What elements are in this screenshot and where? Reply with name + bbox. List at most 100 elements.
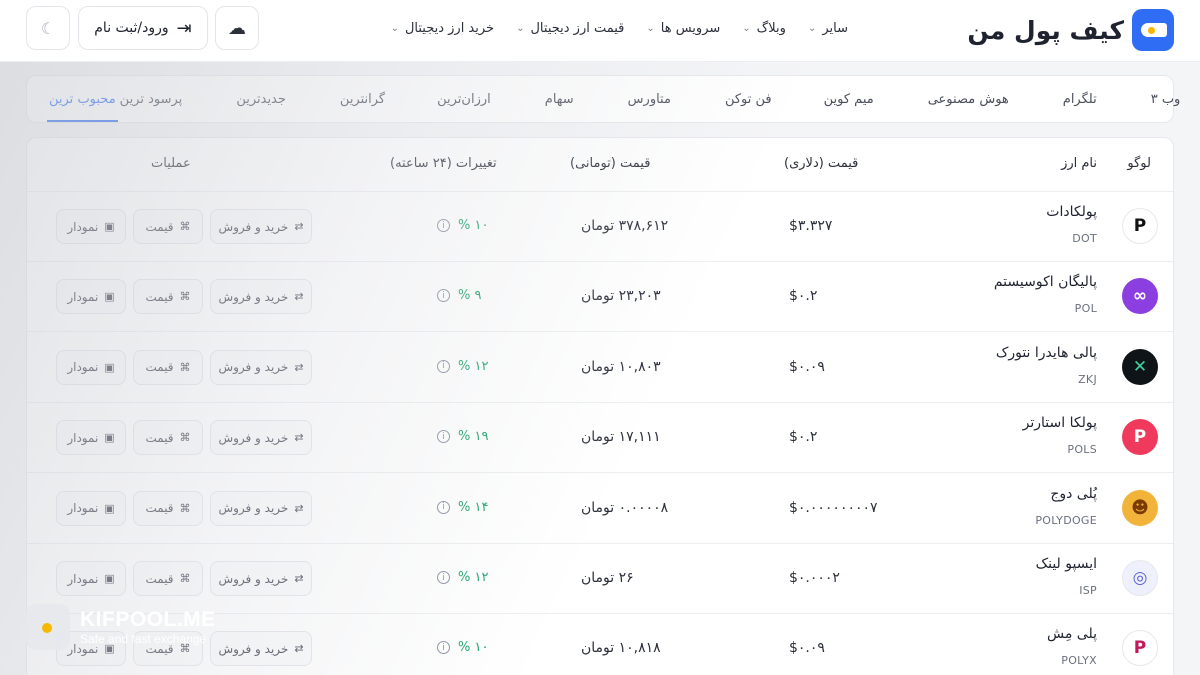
change-value: % ۹ xyxy=(458,288,482,304)
site-logo[interactable]: کیف پول من xyxy=(967,8,1174,52)
trade-button[interactable]: ⇄ خرید و فروش xyxy=(210,209,312,244)
table-row[interactable]: ✕ پالی هایدرا نتورک ZKJ $۰.۰۹ ۱۰,۸۰۳ توم… xyxy=(27,333,1173,403)
coin-symbol: DOT xyxy=(1072,232,1097,245)
trade-label: خرید و فروش xyxy=(218,571,289,586)
coin-symbol: POLYX xyxy=(1061,654,1097,668)
price-usd: $۰.۰۰۰۲ xyxy=(789,570,840,586)
dark-mode-toggle[interactable]: ☾ xyxy=(26,6,70,50)
coin-table: لوگو نام ارز قیمت (دلاری) قیمت (تومانی) … xyxy=(26,137,1174,675)
download-app-button[interactable]: ☁ xyxy=(215,6,259,50)
table-row[interactable]: ∞ پالیگان اکوسیستم POL $۰.۲ ۲۳,۲۰۳ تومان… xyxy=(27,262,1173,333)
change-value: % ۱۹ xyxy=(458,429,489,445)
trade-button[interactable]: ⇄ خرید و فروش xyxy=(210,349,312,385)
tab-3[interactable]: گرانترین xyxy=(338,76,387,122)
main-nav: خرید ارز دیجیتال ⌄ قیمت ارز دیجیتال ⌄ سروی… xyxy=(391,0,848,56)
table-row[interactable]: P پولکادات DOT $۳.۳۲۷ ۳۷۸,۶۱۲ تومان i % … xyxy=(27,192,1173,262)
tab-11[interactable]: وب ۳ xyxy=(1149,76,1183,122)
coin-symbol: POLS xyxy=(1067,443,1097,457)
watermark-logo-icon xyxy=(26,604,70,650)
chart-button[interactable]: ▣ نمودار xyxy=(56,420,126,456)
tab-8[interactable]: میم کوین xyxy=(822,76,876,122)
price-icon: ⌘ xyxy=(179,290,191,304)
price-usd: $۰.۰۹ xyxy=(789,358,825,375)
header-change: تغییرات (۲۴ ساعته) xyxy=(390,156,497,171)
chart-button[interactable]: ▣ نمودار xyxy=(56,209,126,244)
coin-name: پالیگان اکوسیستم xyxy=(993,274,1097,291)
nav-buy-crypto[interactable]: خرید ارز دیجیتال ⌄ xyxy=(391,21,495,36)
chevron-down-icon: ⌄ xyxy=(390,22,399,34)
chart-label: نمودار xyxy=(67,571,99,586)
nav-label: سرویس ها xyxy=(660,20,721,36)
info-icon[interactable]: i xyxy=(437,500,450,514)
price-label: قیمت xyxy=(145,360,174,375)
price-usd: $۰.۰۰۰۰۰۰۰۰۷ xyxy=(789,499,878,516)
tab-6[interactable]: متاورس xyxy=(626,76,673,122)
coin-name: پولکادات xyxy=(1046,204,1097,220)
chevron-down-icon: ⌄ xyxy=(646,22,655,34)
tab-5[interactable]: سهام xyxy=(543,76,576,122)
trade-button[interactable]: ⇄ خرید و فروش xyxy=(210,561,312,596)
price-label: قیمت xyxy=(145,430,174,445)
info-icon[interactable]: i xyxy=(437,219,450,232)
cloud-download-icon: ☁ xyxy=(228,17,246,39)
coin-logo-icon: P xyxy=(1122,630,1158,667)
header-logo: لوگو xyxy=(1127,156,1151,171)
chart-icon: ▣ xyxy=(104,290,115,304)
login-label: ورود/ثبت نام xyxy=(94,20,169,36)
exchange-icon: ⇄ xyxy=(294,572,304,585)
change-24h: i % ۱۲ xyxy=(437,359,488,374)
trade-button[interactable]: ⇄ خرید و فروش xyxy=(210,279,312,315)
nav-other[interactable]: سایر ⌄ xyxy=(808,21,848,36)
price-icon: ⌘ xyxy=(179,431,191,445)
price-label: قیمت xyxy=(145,571,174,586)
tab-4[interactable]: ارزان‌ترین xyxy=(435,76,493,122)
table-row[interactable]: ☻ پُلی دوج POLYDOGE $۰.۰۰۰۰۰۰۰۰۷ ۰.۰۰۰۰۸… xyxy=(27,474,1173,544)
tab-0[interactable]: محبوب ترین xyxy=(47,76,118,122)
coin-logo-icon: ✕ xyxy=(1122,348,1158,385)
tab-9[interactable]: هوش مصنوعی xyxy=(926,76,1011,122)
coin-symbol: POL xyxy=(1074,302,1097,316)
change-24h: i % ۱۰ xyxy=(437,218,488,233)
price-icon: ⌘ xyxy=(179,501,191,515)
header-usd: قیمت (دلاری) xyxy=(784,156,859,171)
chart-button[interactable]: ▣ نمودار xyxy=(56,349,126,385)
chevron-down-icon: ⌄ xyxy=(742,22,751,34)
price-button[interactable]: ⌘ قیمت xyxy=(133,420,203,456)
tab-10[interactable]: تلگرام xyxy=(1061,76,1099,122)
change-value: % ۱۲ xyxy=(458,570,489,585)
exchange-icon: ⇄ xyxy=(294,360,304,374)
trade-button[interactable]: ⇄ خرید و فروش xyxy=(210,420,312,456)
tab-7[interactable]: فن توکن xyxy=(723,76,774,122)
trade-label: خرید و فروش xyxy=(218,219,289,234)
chart-button[interactable]: ▣ نمودار xyxy=(56,561,126,596)
price-button[interactable]: ⌘ قیمت xyxy=(133,561,203,596)
coin-symbol: ISP xyxy=(1079,584,1097,597)
tab-2[interactable]: جدیدترین xyxy=(234,76,288,122)
table-row[interactable]: P پولکا استارتر POLS $۰.۲ ۱۷,۱۱۱ تومان i… xyxy=(27,403,1173,474)
price-button[interactable]: ⌘ قیمت xyxy=(133,490,203,526)
price-button[interactable]: ⌘ قیمت xyxy=(133,209,203,244)
price-toman: ۱۰,۸۱۸ تومان xyxy=(581,640,661,657)
info-icon[interactable]: i xyxy=(437,641,450,655)
info-icon[interactable]: i xyxy=(437,430,450,444)
nav-services[interactable]: سرویس ها ⌄ xyxy=(646,21,720,36)
chart-label: نمودار xyxy=(67,289,99,304)
login-icon: ⇥ xyxy=(176,17,192,39)
chart-button[interactable]: ▣ نمودار xyxy=(56,490,126,526)
info-icon[interactable]: i xyxy=(437,359,450,373)
info-icon[interactable]: i xyxy=(437,571,450,584)
chart-button[interactable]: ▣ نمودار xyxy=(56,279,126,315)
chart-icon: ▣ xyxy=(104,360,115,374)
price-button[interactable]: ⌘ قیمت xyxy=(133,349,203,385)
tab-1[interactable]: پرسود ترین xyxy=(118,76,185,122)
info-icon[interactable]: i xyxy=(437,289,450,303)
trade-button[interactable]: ⇄ خرید و فروش xyxy=(210,490,312,526)
nav-blog[interactable]: وبلاگ ⌄ xyxy=(742,21,786,36)
price-button[interactable]: ⌘ قیمت xyxy=(133,279,203,315)
change-24h: i % ۹ xyxy=(437,288,481,303)
trade-button[interactable]: ⇄ خرید و فروش xyxy=(210,631,312,667)
chevron-down-icon: ⌄ xyxy=(807,22,817,34)
chart-icon: ▣ xyxy=(104,220,115,233)
nav-crypto-price[interactable]: قیمت ارز دیجیتال ⌄ xyxy=(516,21,624,36)
login-register-button[interactable]: ⇥ ورود/ثبت نام xyxy=(78,6,208,50)
